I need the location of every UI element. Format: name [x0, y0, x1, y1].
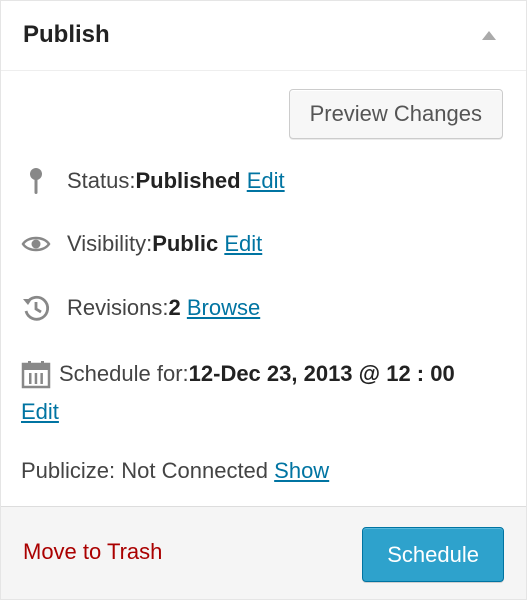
schedule-edit-link[interactable]: Edit [21, 399, 59, 425]
move-to-trash-link[interactable]: Move to Trash [23, 539, 162, 565]
pin-icon [21, 166, 51, 196]
visibility-row: Visibility: Public Edit [21, 229, 262, 259]
revisions-label: Revisions: [67, 295, 169, 320]
revisions-row: Revisions: 2 Browse [21, 293, 260, 323]
schedule-edit-row: Edit [21, 399, 59, 425]
visibility-value: Public [152, 231, 219, 256]
publicize-label: Publicize: Not Connected [21, 458, 269, 483]
visibility-edit-link[interactable]: Edit [224, 231, 262, 257]
panel-header[interactable]: Publish [1, 1, 526, 71]
calendar-icon [21, 359, 51, 389]
schedule-label: Schedule for: [59, 361, 189, 386]
status-edit-link[interactable]: Edit [247, 168, 285, 194]
status-label: Status: [67, 168, 136, 193]
history-icon [21, 293, 51, 323]
status-value: Published [135, 168, 241, 193]
revisions-browse-link[interactable]: Browse [187, 295, 260, 321]
panel-footer: Move to Trash Schedule [1, 506, 526, 599]
eye-icon [21, 229, 51, 259]
revisions-value: 2 [168, 295, 181, 320]
preview-changes-button[interactable]: Preview Changes [288, 89, 503, 139]
publish-panel: Publish Preview Changes Status: Publishe… [0, 0, 527, 600]
schedule-value: 12-Dec 23, 2013 @ 12 : 00 [188, 361, 455, 386]
schedule-row: Schedule for: 12-Dec 23, 2013 @ 12 : 00 [21, 359, 455, 389]
schedule-button[interactable]: Schedule [362, 527, 504, 582]
publicize-show-link[interactable]: Show [274, 458, 329, 484]
visibility-label: Visibility: [67, 231, 153, 256]
arrow-up-icon[interactable] [482, 31, 496, 40]
publicize-row: Publicize: Not Connected Show [21, 458, 329, 484]
status-row: Status: Published Edit [21, 166, 285, 196]
panel-title: Publish [23, 21, 110, 48]
